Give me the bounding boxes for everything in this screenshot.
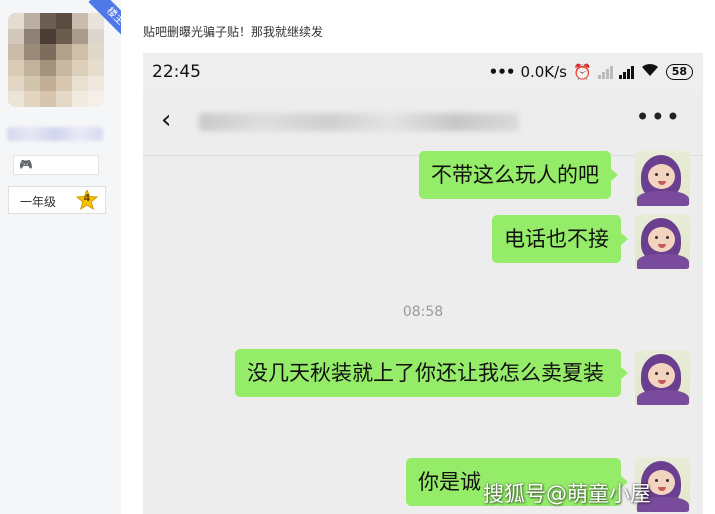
badge-icon: 🎮: [19, 158, 33, 171]
author-sidebar: 楼主 🎮 一年级 4: [0, 0, 121, 514]
chat-title-bar: ‹ •••: [143, 91, 703, 156]
back-arrow-icon[interactable]: ‹: [161, 105, 171, 135]
chat-message-1[interactable]: 不带这么玩人的吧: [419, 151, 618, 199]
level-badge[interactable]: 一年级 4: [8, 186, 106, 214]
chat-message-3[interactable]: 没几天秋装就上了你还让我怎么卖夏装: [235, 349, 628, 397]
level-label: 一年级: [20, 195, 57, 209]
author-badge[interactable]: 🎮: [13, 155, 99, 175]
message-bubble: 电话也不接: [492, 215, 628, 263]
chat-title-blurred: [199, 113, 519, 131]
sender-avatar[interactable]: [635, 350, 690, 405]
more-dots-icon: •••: [488, 62, 516, 81]
chat-message-2[interactable]: 电话也不接: [492, 215, 628, 263]
level-number: 4: [83, 193, 91, 204]
author-username-blurred[interactable]: [7, 127, 103, 141]
sohu-watermark: 搜狐号@萌童小屋: [483, 482, 651, 506]
chat-timestamp: 08:58: [402, 304, 444, 320]
sender-avatar[interactable]: [635, 151, 690, 206]
battery-icon: 58: [665, 63, 693, 80]
signal-icon: [618, 65, 634, 79]
post-text: 贴吧删曝光骗子贴！那我就继续发: [143, 25, 324, 39]
status-time: 22:45: [152, 62, 201, 82]
alarm-icon: ⏰: [573, 62, 592, 81]
network-speed: 0.0K/s: [520, 62, 567, 81]
chat-screenshot: 22:45 ••• 0.0K/s ⏰ 58 ‹ ••• 不带这么玩人的吧 电话也…: [143, 53, 703, 514]
op-corner-tag: 楼主: [80, 0, 121, 41]
status-icons: ••• 0.0K/s ⏰ 58: [489, 62, 693, 81]
level-star-icon: 4: [75, 188, 99, 211]
more-options-icon[interactable]: •••: [636, 103, 681, 131]
op-tag-label: 楼主: [88, 0, 121, 41]
wifi-icon: [640, 62, 660, 81]
signal-weak-icon: [597, 65, 613, 79]
sender-avatar[interactable]: [635, 214, 690, 269]
phone-status-bar: 22:45 ••• 0.0K/s ⏰ 58: [143, 53, 703, 91]
message-bubble: 没几天秋装就上了你还让我怎么卖夏装: [235, 349, 628, 397]
message-bubble: 不带这么玩人的吧: [419, 151, 618, 199]
